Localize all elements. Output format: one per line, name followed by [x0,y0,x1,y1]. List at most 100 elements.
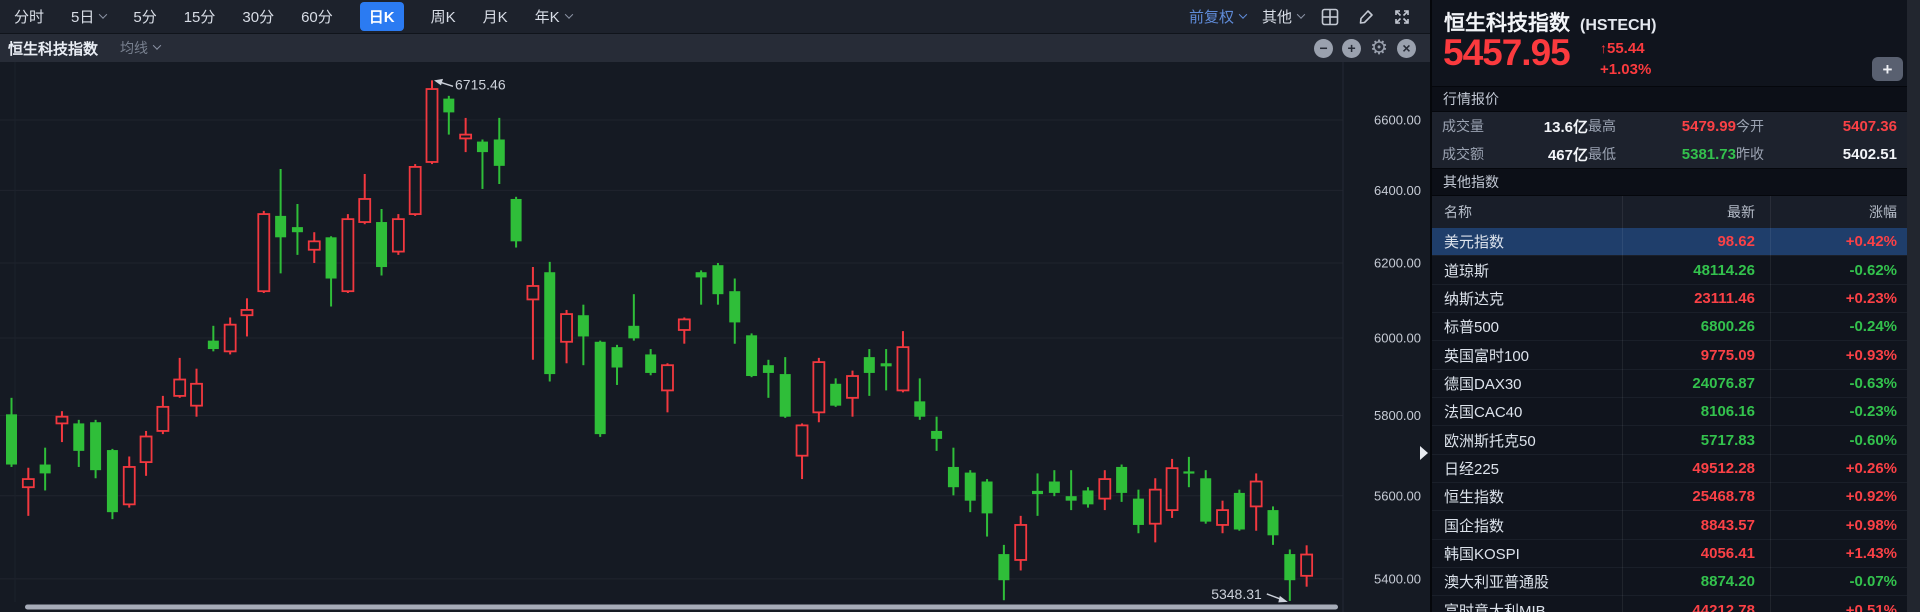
index-last-value: 23111.46 [1620,290,1768,307]
candle-body-down [830,384,841,406]
candle-body-down [6,414,17,464]
candle-body-up [393,219,404,251]
column-divider [1622,196,1623,612]
index-row-富时意大利MIB[interactable]: 富时意大利MIB44212.78+0.51% [1432,596,1920,612]
y-tick-label: 6000.00 [1374,330,1421,345]
index-last-value: 4056.41 [1620,545,1768,562]
index-row-道琼斯[interactable]: 道琼斯48114.26-0.62% [1432,256,1920,284]
panel-collapse-handle[interactable] [1420,446,1428,460]
quote-value: 5407.36 [1784,118,1897,135]
period-tab-5分[interactable]: 5分 [133,6,156,27]
candle-body-down [612,347,623,367]
zoom-out-button[interactable]: − [1314,39,1333,58]
index-change-percent: -0.63% [1768,375,1897,392]
candle-body-up [1167,468,1178,510]
close-icon[interactable]: × [1397,39,1416,58]
candle-body-down [443,99,454,113]
period-tab-日K[interactable]: 日K [360,2,404,31]
candle-body-up [174,380,185,396]
candle-body-up [258,214,269,291]
index-last-value: 48114.26 [1620,262,1768,279]
candle-body-up [157,407,168,431]
candle-body-down [1066,496,1077,500]
index-row-标普500[interactable]: 标普5006800.26-0.24% [1432,313,1920,341]
period-tab-60分[interactable]: 60分 [301,6,333,27]
candle-body-up [527,286,538,299]
panel-scrollbar-gutter[interactable] [1907,0,1920,612]
high-annotation-label: 6715.46 [455,76,506,92]
candle-body-up [410,167,421,214]
candle-body-up [124,467,135,504]
candle-body-down [1032,491,1043,494]
quote-row: 成交额467亿最低5381.73昨收5402.51 [1432,140,1920,168]
candle-body-up [813,362,824,412]
index-row-德国DAX30[interactable]: 德国DAX3024076.87-0.63% [1432,370,1920,398]
period-tab-5日[interactable]: 5日 [71,6,106,27]
candle-body-up [662,365,673,390]
index-row-法国CAC40[interactable]: 法国CAC408106.16-0.23% [1432,398,1920,426]
candle-body-down [780,374,791,417]
candle-body-up [56,417,67,424]
candle-body-down [275,216,286,237]
candle-body-down [1268,510,1279,535]
index-name: 标普500 [1444,316,1620,337]
add-to-watchlist-button[interactable]: + [1872,57,1903,81]
candle-body-down [982,482,993,514]
candle-body-down [1234,493,1245,530]
index-last-value: 98.62 [1620,233,1768,250]
index-row-国企指数[interactable]: 国企指数8843.57+0.98% [1432,511,1920,539]
quote-value: 5479.99 [1636,118,1736,135]
chevron-down-icon [564,10,572,18]
fullscreen-expand-icon[interactable] [1392,7,1412,27]
index-last-value: 49512.28 [1620,460,1768,477]
candle-body-down [628,326,639,339]
index-change-percent: -0.24% [1768,318,1897,335]
period-tab-月K[interactable]: 月K [483,6,508,27]
layout-grid-icon[interactable] [1320,7,1340,27]
section-header-quotes: 行情报价 [1432,86,1920,112]
candle-body-down [746,335,757,376]
period-tab-30分[interactable]: 30分 [242,6,274,27]
candlestick-chart[interactable]: 6600.006400.006200.006000.005800.005600.… [0,0,1430,612]
quote-label: 昨收 [1736,144,1784,164]
index-change-percent: -0.62% [1768,262,1897,279]
last-price: 5457.95 [1443,32,1570,74]
period-tab-年K[interactable]: 年K [535,6,572,27]
candle-body-down [595,342,606,434]
index-row-韩国KOSPI[interactable]: 韩国KOSPI4056.41+1.43% [1432,540,1920,568]
chevron-down-icon [1297,10,1305,18]
chart-horizontal-scrollbar[interactable] [25,605,1338,610]
gear-icon[interactable]: ⚙ [1370,38,1388,58]
quote-value: 5402.51 [1784,146,1897,163]
index-row-日经225[interactable]: 日经22549512.28+0.26% [1432,455,1920,483]
ma-dropdown[interactable]: 均线 [120,38,160,58]
index-row-美元指数[interactable]: 美元指数98.62+0.42% [1432,228,1920,256]
column-header-last: 最新 [1620,202,1768,222]
candle-body-down [477,142,488,153]
drawing-brush-icon[interactable] [1356,7,1376,27]
index-row-纳斯达克[interactable]: 纳斯达克23111.46+0.23% [1432,285,1920,313]
period-tab-周K[interactable]: 周K [431,6,456,27]
candle-body-down [1133,499,1144,525]
up-arrow-icon: ↑ [1600,40,1607,56]
zoom-in-button[interactable]: + [1342,39,1361,58]
index-row-澳大利亚普通股[interactable]: 澳大利亚普通股8874.20-0.07% [1432,568,1920,596]
index-row-欧洲斯托克50[interactable]: 欧洲斯托克505717.83-0.60% [1432,426,1920,454]
candle-body-up [1301,555,1312,576]
candle-body-down [494,139,505,165]
chart-region: 6600.006400.006200.006000.005800.005600.… [0,0,1430,612]
candle-body-down [544,272,555,374]
quote-label: 今开 [1736,116,1784,136]
index-change-percent: +0.92% [1768,488,1897,505]
index-row-恒生指数[interactable]: 恒生指数25468.78+0.92% [1432,483,1920,511]
index-row-英国富时100[interactable]: 英国富时1009775.09+0.93% [1432,341,1920,369]
low-annotation-label: 5348.31 [1211,586,1262,602]
index-last-value: 8843.57 [1620,517,1768,534]
toolbar-right-controls: 前复权 其他 [1189,6,1412,27]
candle-body-down [1082,490,1093,504]
chevron-down-icon [153,41,161,49]
other-dropdown[interactable]: 其他 [1262,6,1304,27]
period-tab-分时[interactable]: 分时 [14,6,44,27]
adjust-mode-dropdown[interactable]: 前复权 [1189,6,1246,27]
period-tab-15分[interactable]: 15分 [184,6,216,27]
